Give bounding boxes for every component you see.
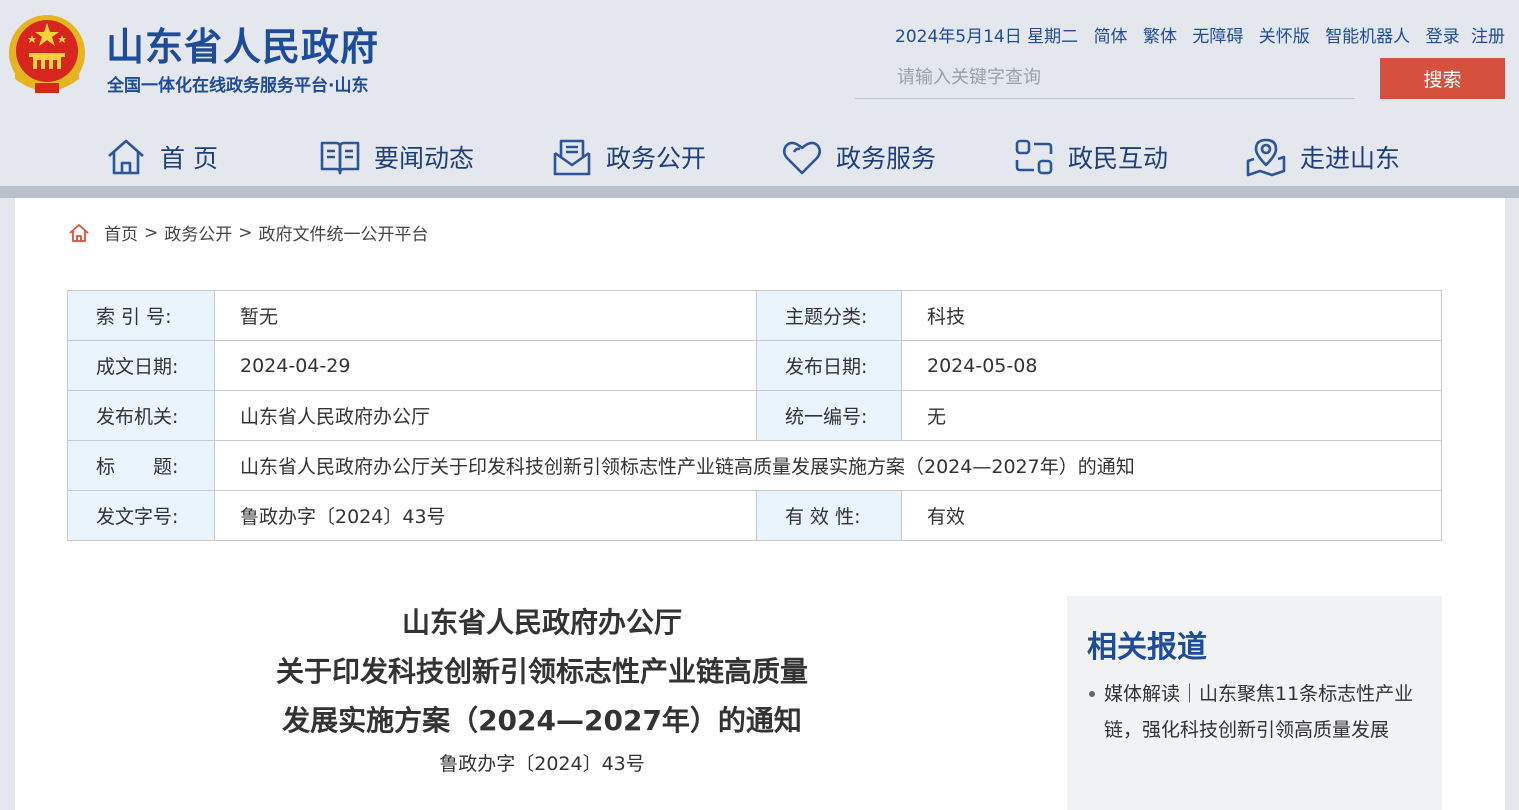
article-doc-number: 鲁政办字〔2024〕43号 bbox=[439, 753, 645, 775]
site-subtitle: 全国一体化在线政务服务平台·山东 bbox=[107, 76, 369, 96]
title-label: 标 题: bbox=[67, 440, 215, 491]
nav-label-shandong: 走进山东 bbox=[1300, 144, 1401, 173]
current-date: 2024年5月14日 星期二 bbox=[895, 27, 1079, 47]
validity-label: 有 效 性: bbox=[756, 490, 902, 541]
search-input[interactable] bbox=[855, 58, 1335, 96]
site-title[interactable]: 山东省人民政府 bbox=[106, 16, 379, 71]
nav-label-gov-services: 政务服务 bbox=[836, 144, 937, 173]
document-meta-table: 索 引 号: 暂无 主题分类: 科技 成文日期: 2024-04-29 发布日期… bbox=[67, 290, 1442, 541]
article-title-line: 关于印发科技创新引领标志性产业链高质量 bbox=[275, 655, 808, 688]
index-label: 索 引 号: bbox=[67, 290, 215, 341]
nav-item-gov-services[interactable]: 政务服务 bbox=[780, 130, 936, 184]
article-title-line: 发展实施方案（2024—2027年）的通知 bbox=[282, 704, 802, 737]
search-button[interactable]: 搜索 bbox=[1380, 58, 1505, 99]
article-title-line: 山东省人民政府办公厅 bbox=[401, 606, 682, 639]
serial-label: 统一编号: bbox=[756, 390, 902, 441]
table-row: 标 题: 山东省人民政府办公厅关于印发科技创新引领标志性产业链高质量发展实施方案… bbox=[67, 440, 1442, 491]
smart-robot-link[interactable]: 智能机器人 bbox=[1325, 27, 1410, 47]
title-value: 山东省人民政府办公厅关于印发科技创新引领标志性产业链高质量发展实施方案（2024… bbox=[214, 440, 1442, 491]
breadcrumb-home[interactable]: 首页 bbox=[104, 220, 138, 245]
envelope-icon bbox=[553, 139, 591, 176]
interaction-icon bbox=[1015, 139, 1053, 175]
issuer-label: 发布机关: bbox=[67, 390, 215, 441]
related-reports-heading: 相关报道 bbox=[1087, 630, 1207, 665]
doc-number-label: 发文字号: bbox=[67, 490, 215, 541]
issuer-value: 山东省人民政府办公厅 bbox=[214, 390, 757, 441]
nav-item-home[interactable]: 首 页 bbox=[104, 130, 218, 184]
serial-value: 无 bbox=[901, 390, 1442, 441]
doc-number-value: 鲁政办字〔2024〕43号 bbox=[214, 490, 757, 541]
nav-item-interaction[interactable]: 政民互动 bbox=[1012, 130, 1168, 184]
care-mode-link[interactable]: 关怀版 bbox=[1259, 27, 1310, 47]
nav-item-gov-affairs[interactable]: 政务公开 bbox=[550, 130, 706, 184]
index-value: 暂无 bbox=[214, 290, 757, 341]
breadcrumb-document-platform[interactable]: 政府文件统一公开平台 bbox=[259, 220, 429, 245]
map-pin-icon bbox=[1246, 138, 1286, 177]
simplified-chinese-link[interactable]: 简体 bbox=[1094, 27, 1128, 47]
table-row: 发布机关: 山东省人民政府办公厅 统一编号: 无 bbox=[67, 390, 1442, 441]
site-header: 山东省人民政府 全国一体化在线政务服务平台·山东 2024年5月14日 星期二 … bbox=[0, 0, 1519, 188]
table-row: 发文字号: 鲁政办字〔2024〕43号 有 效 性: 有效 bbox=[67, 490, 1442, 541]
main-nav: 首 页 要闻动态 政务公开 政务服务 政民互动 走进山东 bbox=[0, 130, 1519, 184]
nav-divider bbox=[0, 186, 1519, 198]
table-row: 成文日期: 2024-04-29 发布日期: 2024-05-08 bbox=[67, 340, 1442, 391]
related-report-link[interactable]: 媒体解读｜山东聚焦11条标志性产业链，强化科技创新引领高质量发展 bbox=[1087, 676, 1434, 748]
accessibility-link[interactable]: 无障碍 bbox=[1192, 27, 1243, 47]
national-emblem-icon[interactable] bbox=[7, 13, 87, 97]
nav-label-gov-affairs: 政务公开 bbox=[606, 144, 707, 173]
table-row: 索 引 号: 暂无 主题分类: 科技 bbox=[67, 290, 1442, 341]
breadcrumb-separator: > bbox=[238, 222, 253, 243]
publish-date-label: 发布日期: bbox=[756, 340, 902, 391]
written-date-value: 2024-04-29 bbox=[214, 340, 757, 391]
nav-label-news: 要闻动态 bbox=[374, 144, 475, 173]
publish-date-value: 2024-05-08 bbox=[901, 340, 1442, 391]
breadcrumb-separator: > bbox=[144, 222, 159, 243]
breadcrumb-gov-affairs[interactable]: 政务公开 bbox=[164, 220, 232, 245]
topic-value: 科技 bbox=[901, 290, 1442, 341]
validity-value: 有效 bbox=[901, 490, 1442, 541]
main-content: 首页 > 政务公开 > 政府文件统一公开平台 索 引 号: 暂无 主题分类: 科… bbox=[15, 198, 1505, 810]
register-link[interactable]: 注册 bbox=[1471, 27, 1505, 47]
nav-label-interaction: 政民互动 bbox=[1068, 144, 1169, 173]
top-links: 2024年5月14日 星期二 简体 繁体 无障碍 关怀版 智能机器人 登录 注册 bbox=[895, 22, 1505, 47]
related-reports-panel: 相关报道 媒体解读｜山东聚焦11条标志性产业链，强化科技创新引领高质量发展 bbox=[1067, 596, 1442, 810]
nav-item-shandong[interactable]: 走进山东 bbox=[1244, 130, 1400, 184]
home-icon[interactable] bbox=[68, 222, 90, 244]
nav-label-home: 首 页 bbox=[160, 144, 218, 173]
article-title: 山东省人民政府办公厅 关于印发科技创新引领标志性产业链高质量 发展实施方案（20… bbox=[215, 598, 869, 745]
topic-label: 主题分类: bbox=[756, 290, 902, 341]
heart-icon bbox=[782, 141, 822, 175]
search-box bbox=[855, 58, 1355, 99]
nav-item-news[interactable]: 要闻动态 bbox=[318, 130, 474, 184]
traditional-chinese-link[interactable]: 繁体 bbox=[1143, 27, 1177, 47]
book-icon bbox=[320, 141, 360, 175]
written-date-label: 成文日期: bbox=[67, 340, 215, 391]
breadcrumb: 首页 > 政务公开 > 政府文件统一公开平台 bbox=[68, 220, 429, 245]
login-link[interactable]: 登录 bbox=[1426, 27, 1460, 47]
home-icon bbox=[108, 139, 144, 175]
